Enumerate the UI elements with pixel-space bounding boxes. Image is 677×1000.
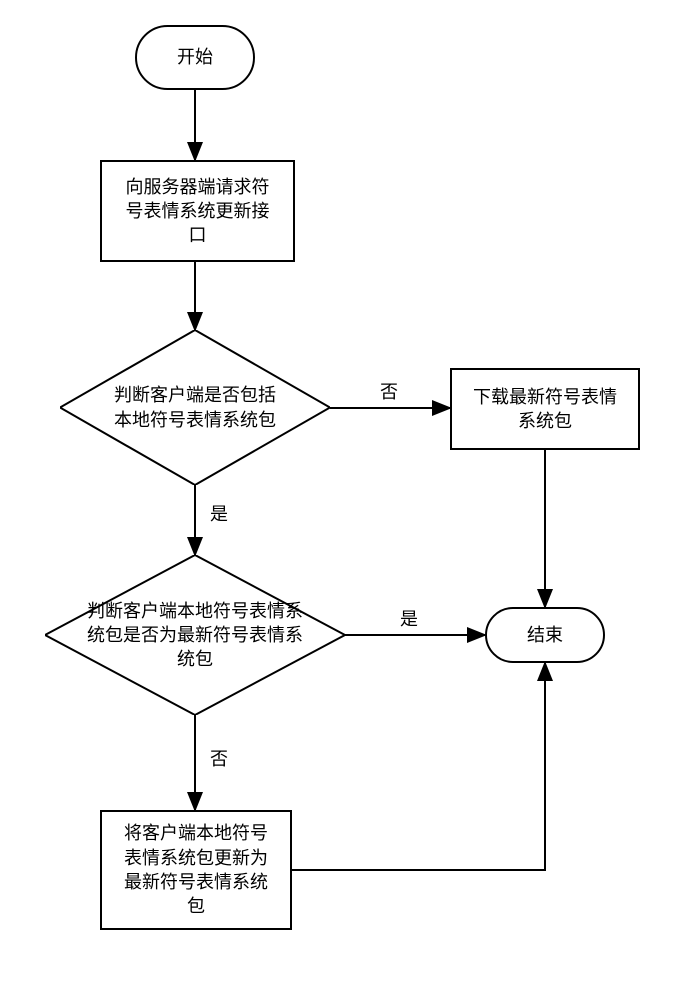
terminator-start: 开始 (135, 25, 255, 90)
download-label: 下载最新符号表情 系统包 (473, 385, 617, 434)
decision-has-local-package: 判断客户端是否包括 本地符号表情系统包 (60, 330, 330, 485)
end-label: 结束 (527, 623, 563, 647)
request-label: 向服务器端请求符 号表情系统更新接 口 (126, 175, 270, 248)
decision-is-latest-package: 判断客户端本地符号表情系 统包是否为最新符号表情系 统包 (45, 555, 345, 715)
edge-label-no-2: 否 (210, 745, 228, 771)
edge-label-yes-1: 是 (210, 500, 228, 526)
update-label: 将客户端本地符号 表情系统包更新为 最新符号表情系统 包 (124, 821, 268, 918)
edge-label-yes-2: 是 (400, 605, 418, 631)
terminator-end: 结束 (485, 607, 605, 663)
process-update-local-package: 将客户端本地符号 表情系统包更新为 最新符号表情系统 包 (100, 810, 292, 930)
edge-label-no-1: 否 (380, 378, 398, 404)
start-label: 开始 (177, 45, 213, 69)
process-download-latest: 下载最新符号表情 系统包 (450, 368, 640, 450)
has-local-label: 判断客户端是否包括 本地符号表情系统包 (114, 383, 276, 432)
is-latest-label: 判断客户端本地符号表情系 统包是否为最新符号表情系 统包 (87, 599, 303, 672)
process-request-update-api: 向服务器端请求符 号表情系统更新接 口 (100, 160, 295, 262)
